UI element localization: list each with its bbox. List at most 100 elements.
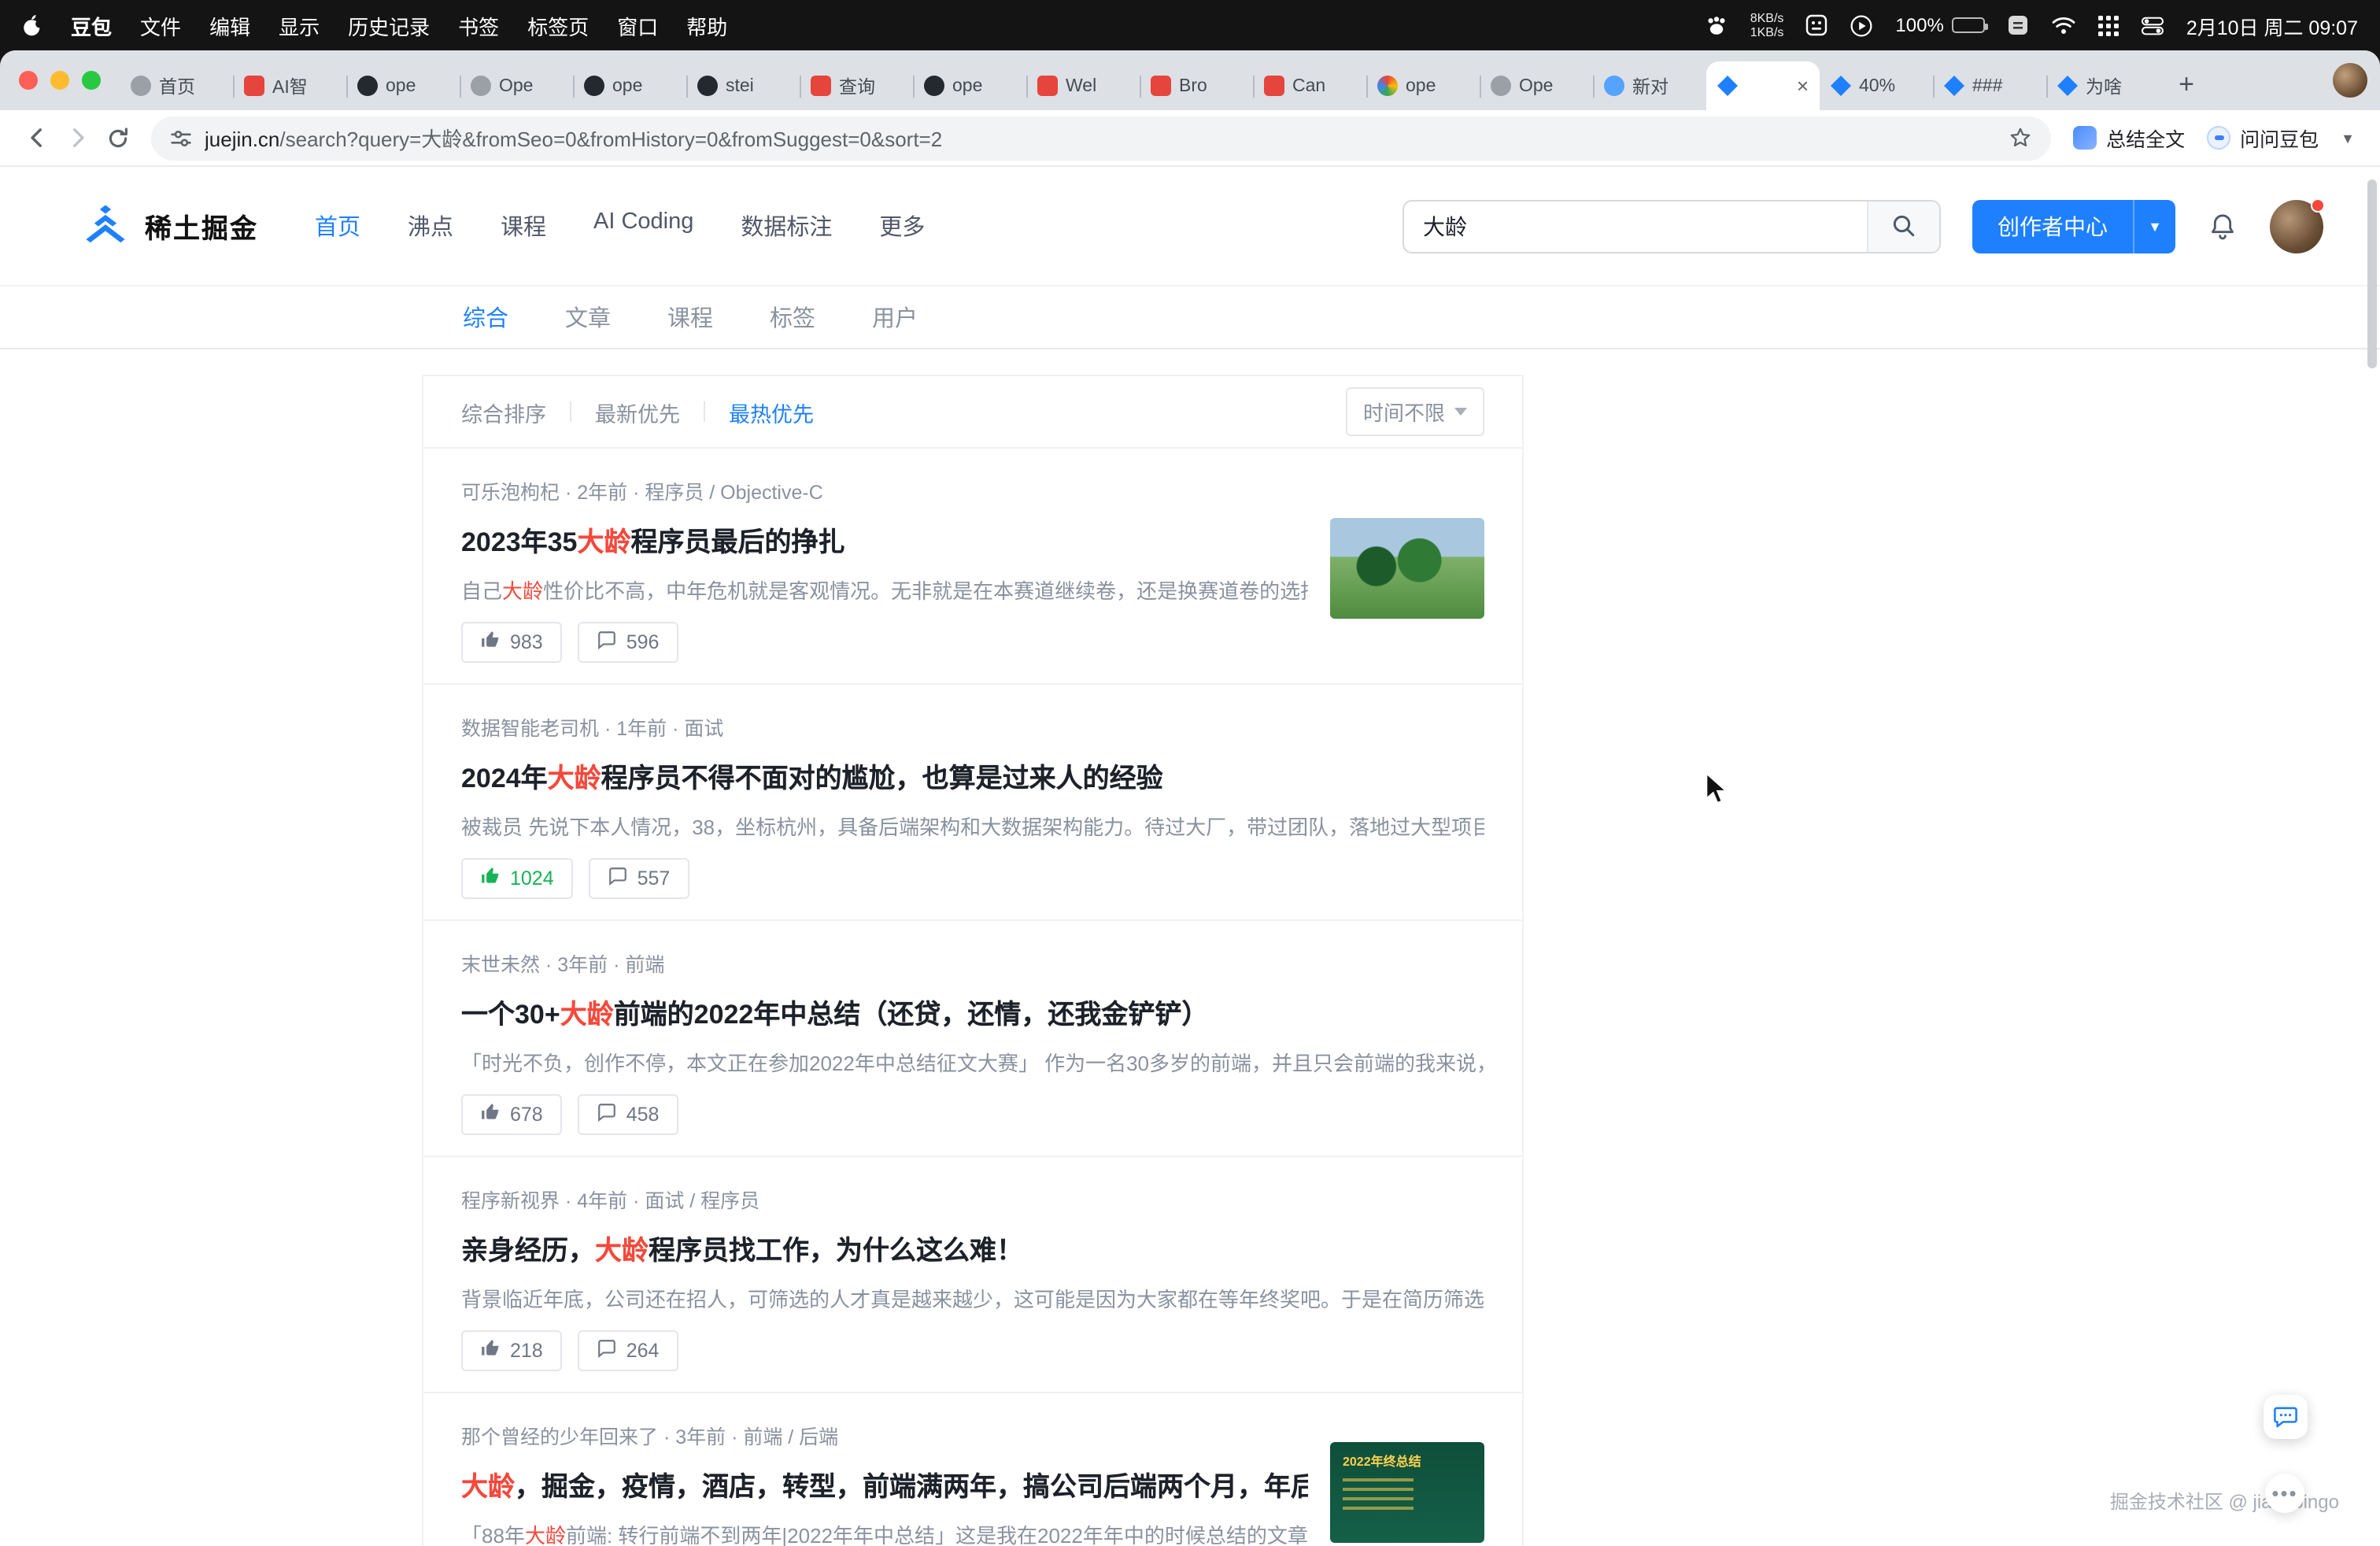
menubar-menu-7[interactable]: 标签页 bbox=[527, 10, 589, 40]
forward-button[interactable] bbox=[57, 117, 98, 158]
nav-item-更多[interactable]: 更多 bbox=[879, 209, 925, 242]
search-result-item[interactable]: 那个曾经的少年回来了 · 3年前 · 前端 / 后端大龄，掘金，疫情，酒店，转型… bbox=[423, 1393, 1522, 1546]
search-result-item[interactable]: 末世未然 · 3年前 · 前端一个30+大龄前端的2022年中总结（还贷，还情，… bbox=[423, 921, 1522, 1157]
media-play-icon[interactable] bbox=[1850, 13, 1873, 37]
search-button[interactable] bbox=[1867, 201, 1939, 251]
comment-button[interactable]: 264 bbox=[578, 1330, 678, 1371]
apple-logo-icon[interactable] bbox=[22, 13, 42, 37]
back-button[interactable] bbox=[16, 117, 57, 158]
nav-item-课程[interactable]: 课程 bbox=[501, 209, 546, 242]
category-tab-课程[interactable]: 课程 bbox=[667, 301, 713, 334]
menubar-menu-3[interactable]: 编辑 bbox=[209, 10, 250, 40]
like-button[interactable]: 678 bbox=[461, 1094, 562, 1135]
category-tab-用户[interactable]: 用户 bbox=[872, 301, 918, 334]
bookmark-star-icon[interactable] bbox=[2009, 126, 2032, 150]
input-source-icon[interactable] bbox=[1805, 14, 1828, 36]
url-text[interactable]: juejin.cn/search?query=大龄&fromSeo=0&from… bbox=[205, 123, 942, 153]
menubar-menu-4[interactable]: 显示 bbox=[279, 10, 320, 40]
browser-tab[interactable]: Ope bbox=[460, 61, 573, 110]
category-tab-标签[interactable]: 标签 bbox=[770, 301, 815, 334]
like-button[interactable]: 1024 bbox=[461, 858, 573, 899]
result-title-link[interactable]: 2024年大龄程序员不得不面对的尴尬，也算是过来人的经验 bbox=[461, 756, 1484, 795]
menubar-menu-5[interactable]: 历史记录 bbox=[348, 10, 430, 40]
browser-tab[interactable]: ### bbox=[1933, 61, 2046, 110]
menubar-menu-8[interactable]: 窗口 bbox=[617, 10, 658, 40]
control-center-icon[interactable] bbox=[2141, 15, 2164, 35]
menubar-menu-9[interactable]: 帮助 bbox=[686, 10, 727, 40]
sort-option-最热优先[interactable]: 最热优先 bbox=[729, 396, 814, 427]
new-tab-button[interactable]: + bbox=[2166, 65, 2207, 105]
like-button[interactable]: 983 bbox=[461, 622, 562, 663]
category-tab-综合[interactable]: 综合 bbox=[463, 301, 508, 334]
browser-tab[interactable]: ope bbox=[346, 61, 460, 110]
category-tab-文章[interactable]: 文章 bbox=[565, 301, 611, 334]
browser-tab[interactable]: 查询 bbox=[800, 61, 913, 110]
creator-center-dropdown[interactable]: ▼ bbox=[2133, 199, 2175, 253]
browser-tab[interactable]: Ope bbox=[1480, 61, 1593, 110]
gray-favicon bbox=[471, 76, 491, 96]
browser-profile-avatar[interactable] bbox=[2333, 63, 2367, 98]
site-info-icon[interactable] bbox=[170, 127, 192, 149]
menubar-clock[interactable]: 2月10日 周二 09:07 bbox=[2186, 10, 2358, 40]
result-title-link[interactable]: 亲身经历，大龄程序员找工作，为什么这么难！ bbox=[461, 1228, 1484, 1267]
browser-tab[interactable]: ope bbox=[573, 61, 686, 110]
like-button[interactable]: 218 bbox=[461, 1330, 562, 1371]
menubar-menu-1[interactable]: 豆包 bbox=[71, 10, 112, 40]
browser-tab[interactable]: AI智 bbox=[233, 61, 346, 110]
wifi-icon[interactable] bbox=[2051, 16, 2076, 35]
grid-icon[interactable] bbox=[2098, 15, 2119, 35]
battery-indicator[interactable]: 100% bbox=[1895, 14, 1984, 36]
menubar-menu-6[interactable]: 书签 bbox=[458, 10, 499, 40]
result-title-link[interactable]: 2023年35大龄程序员最后的挣扎 bbox=[461, 520, 1308, 559]
feedback-chat-button[interactable] bbox=[2264, 1395, 2308, 1439]
user-avatar[interactable] bbox=[2270, 199, 2323, 253]
network-speed[interactable]: 8KB/s 1KB/s bbox=[1750, 11, 1784, 39]
app-status-icon[interactable] bbox=[2007, 14, 2029, 36]
result-title-link[interactable]: 大龄，掘金，疫情，酒店，转型，前端满两年，搞公司后端两个月，年后离职 bbox=[461, 1464, 1308, 1503]
comment-button[interactable]: 557 bbox=[589, 858, 689, 899]
scrollbar[interactable] bbox=[2367, 179, 2377, 368]
time-filter-dropdown[interactable]: 时间不限 bbox=[1346, 387, 1484, 436]
browser-tab[interactable]: × bbox=[1706, 61, 1820, 110]
browser-tab[interactable]: Bro bbox=[1140, 61, 1253, 110]
reload-button[interactable] bbox=[98, 117, 139, 158]
search-input[interactable] bbox=[1404, 201, 1867, 251]
browser-tab[interactable]: Can bbox=[1253, 61, 1366, 110]
nav-item-沸点[interactable]: 沸点 bbox=[408, 209, 453, 242]
browser-tab[interactable]: 为啥 bbox=[2046, 61, 2160, 110]
site-search-box[interactable] bbox=[1402, 199, 1941, 253]
search-result-item[interactable]: 程序新视界 · 4年前 · 面试 / 程序员亲身经历，大龄程序员找工作，为什么这… bbox=[423, 1157, 1522, 1393]
sort-option-综合排序[interactable]: 综合排序 bbox=[461, 396, 546, 427]
nav-item-首页[interactable]: 首页 bbox=[315, 209, 360, 242]
search-result-item[interactable]: 数据智能老司机 · 1年前 · 面试2024年大龄程序员不得不面对的尴尬，也算是… bbox=[423, 685, 1522, 921]
search-result-item[interactable]: 可乐泡枸杞 · 2年前 · 程序员 / Objective-C2023年35大龄… bbox=[423, 449, 1522, 685]
more-actions-button[interactable]: ••• bbox=[2265, 1474, 2304, 1513]
chevron-down-icon[interactable]: ▼ bbox=[2341, 130, 2355, 146]
creator-center-button[interactable]: 创作者中心 bbox=[1972, 199, 2133, 253]
nav-item-AI Coding[interactable]: AI Coding bbox=[593, 209, 693, 242]
menubar-menu-2[interactable]: 文件 bbox=[140, 10, 181, 40]
comment-button[interactable]: 458 bbox=[578, 1094, 678, 1135]
browser-tab[interactable]: 40% bbox=[1820, 61, 1933, 110]
browser-tab[interactable]: Wel bbox=[1026, 61, 1140, 110]
summarize-page-button[interactable]: 总结全文 bbox=[2073, 123, 2185, 153]
sort-option-最新优先[interactable]: 最新优先 bbox=[595, 396, 680, 427]
juejin-logo[interactable]: 稀土掘金 bbox=[79, 205, 258, 247]
browser-tab[interactable]: 首页 bbox=[120, 61, 233, 110]
zoom-window-button[interactable] bbox=[82, 71, 101, 90]
comment-button[interactable]: 596 bbox=[578, 622, 678, 663]
minimize-window-button[interactable] bbox=[50, 71, 69, 90]
nav-item-数据标注[interactable]: 数据标注 bbox=[741, 209, 832, 242]
tab-close-icon[interactable]: × bbox=[1797, 76, 1809, 96]
result-title-link[interactable]: 一个30+大龄前端的2022年中总结（还贷，还情，还我金铲铲） bbox=[461, 992, 1484, 1031]
address-bar[interactable]: juejin.cn/search?query=大龄&fromSeo=0&from… bbox=[151, 116, 2051, 160]
doubao-paw-icon[interactable] bbox=[1705, 15, 1728, 35]
ask-doubao-button[interactable]: 问问豆包 bbox=[2207, 123, 2319, 153]
browser-tab[interactable]: stei bbox=[686, 61, 800, 110]
browser-tab[interactable]: ope bbox=[1366, 61, 1480, 110]
notifications-bell-icon[interactable] bbox=[2207, 210, 2238, 242]
browser-tab[interactable]: 新对 bbox=[1593, 61, 1706, 110]
result-text-column: 数据智能老司机 · 1年前 · 面试2024年大龄程序员不得不面对的尴尬，也算是… bbox=[461, 708, 1484, 899]
browser-tab[interactable]: ope bbox=[913, 61, 1026, 110]
close-window-button[interactable] bbox=[19, 71, 38, 90]
